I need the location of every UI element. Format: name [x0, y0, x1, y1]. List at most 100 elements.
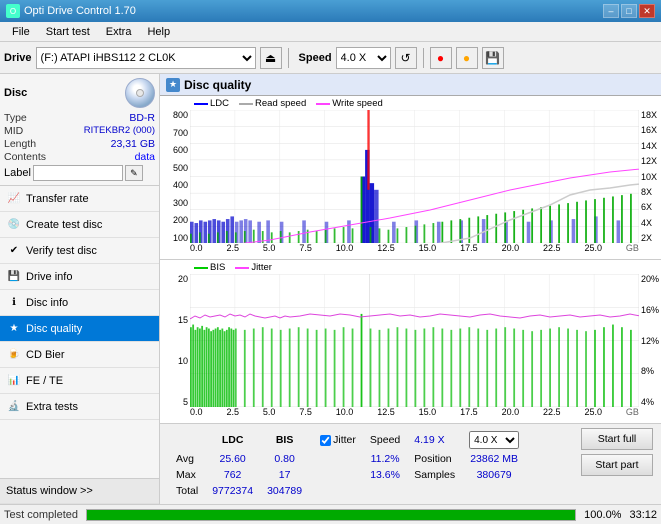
ldc-header: LDC: [206, 430, 259, 450]
menu-help[interactable]: Help: [139, 24, 178, 40]
chart2-container: BIS Jitter 20 15 10 5 20% 16: [160, 260, 661, 423]
length-label: Length: [4, 138, 36, 150]
samples-label: Samples: [408, 468, 461, 482]
progress-bar-container: [86, 509, 576, 521]
label-input[interactable]: [33, 165, 123, 181]
status-window-label: Status window >>: [6, 485, 93, 497]
speed-dropdown[interactable]: 4.0 X: [469, 431, 519, 449]
total-label: Total: [170, 484, 204, 498]
sidebar-item-verify-test-disc[interactable]: ✔ Verify test disc: [0, 238, 159, 264]
speed-current-value: 4.19 X: [414, 434, 444, 446]
close-button[interactable]: ✕: [639, 4, 655, 18]
disc-mid-row: MID RITEKBR2 (000): [4, 125, 155, 137]
eject-button[interactable]: ⏏: [260, 47, 282, 69]
legend-ldc: LDC: [194, 98, 229, 109]
sidebar-item-drive-info[interactable]: 💾 Drive info: [0, 264, 159, 290]
time-display: 33:12: [629, 509, 657, 521]
chart1-y-right: 18X 16X 14X 12X 10X 8X 6X 4X 2X: [639, 110, 661, 243]
type-label: Type: [4, 112, 27, 124]
chart1-container: LDC Read speed Write speed 800 700 600: [160, 96, 661, 260]
legend-bis: BIS: [194, 262, 225, 273]
chart2-svg: [190, 274, 639, 407]
drive-label: Drive: [4, 52, 32, 64]
stats-table: LDC BIS Jitter Speed 4.19 X 4.0: [168, 428, 527, 500]
max-bis: 17: [261, 468, 308, 482]
jitter-checkbox[interactable]: [320, 435, 331, 446]
legend-bis-label: BIS: [210, 262, 225, 273]
sidebar-item-extra-tests[interactable]: 🔬 Extra tests: [0, 394, 159, 420]
minimize-button[interactable]: –: [603, 4, 619, 18]
disc-section: Disc Type BD-R MID RITEKBR2 (000) Length…: [0, 74, 159, 186]
toolbar-separator: [288, 48, 289, 68]
save-button[interactable]: 💾: [482, 47, 504, 69]
legend-ldc-label: LDC: [210, 98, 229, 109]
action-buttons: Start full Start part: [581, 428, 653, 476]
stats-area: LDC BIS Jitter Speed 4.19 X 4.0: [160, 423, 661, 504]
sidebar-item-create-test-disc[interactable]: 💿 Create test disc: [0, 212, 159, 238]
label-edit-button[interactable]: ✎: [125, 165, 143, 181]
contents-label: Contents: [4, 151, 46, 163]
verify-test-disc-icon: ✔: [6, 243, 22, 259]
sidebar-item-cd-bier[interactable]: 🍺 CD Bier: [0, 342, 159, 368]
disc-quality-header-icon: ★: [166, 78, 180, 92]
charts-area: LDC Read speed Write speed 800 700 600: [160, 96, 661, 423]
create-test-disc-icon: 💿: [6, 217, 22, 233]
disc-quality-title: Disc quality: [184, 78, 251, 92]
length-value: 23,31 GB: [111, 138, 155, 150]
chart2-legend: BIS Jitter: [194, 262, 272, 273]
label-row: Label ✎: [4, 165, 155, 181]
disc-contents-row: Contents data: [4, 151, 155, 163]
chart2-x-axis: 0.0 2.5 5.0 7.5 10.0 12.5 15.0 17.5 20.0…: [190, 407, 639, 423]
start-full-button[interactable]: Start full: [581, 428, 653, 450]
red-button[interactable]: ●: [430, 47, 452, 69]
cd-bier-icon: 🍺: [6, 347, 22, 363]
max-ldc: 762: [206, 468, 259, 482]
jitter-checkbox-label[interactable]: Jitter: [320, 434, 356, 446]
start-part-button[interactable]: Start part: [581, 454, 653, 476]
sidebar-item-disc-info[interactable]: ℹ Disc info: [0, 290, 159, 316]
menu-file[interactable]: File: [4, 24, 38, 40]
refresh-button[interactable]: ↺: [395, 47, 417, 69]
chart1-svg: [190, 110, 639, 243]
nav-label-disc-info: Disc info: [26, 297, 68, 309]
menu-start-test[interactable]: Start test: [38, 24, 98, 40]
legend-readspeed: Read speed: [239, 98, 306, 109]
samples-value: 380679: [463, 468, 525, 482]
drive-select[interactable]: (F:) ATAPI iHBS112 2 CL0K: [36, 47, 256, 69]
nav-label-extra-tests: Extra tests: [26, 401, 78, 413]
transfer-rate-icon: 📈: [6, 191, 22, 207]
disc-section-title: Disc: [4, 87, 27, 99]
total-bis: 304789: [261, 484, 308, 498]
drive-info-icon: 💾: [6, 269, 22, 285]
fe-te-icon: 📊: [6, 373, 22, 389]
sidebar-item-fe-te[interactable]: 📊 FE / TE: [0, 368, 159, 394]
chart1-x-axis: 0.0 2.5 5.0 7.5 10.0 12.5 15.0 17.5 20.0…: [190, 243, 639, 259]
menu-extra[interactable]: Extra: [98, 24, 140, 40]
nav-label-disc-quality: Disc quality: [26, 323, 82, 335]
total-ldc: 9772374: [206, 484, 259, 498]
toolbar-separator2: [423, 48, 424, 68]
avg-ldc: 25.60: [206, 452, 259, 466]
type-value: BD-R: [129, 112, 155, 124]
legend-jitter-label: Jitter: [251, 262, 272, 273]
chart2-y-left: 20 15 10 5: [160, 274, 190, 407]
main-area: Disc Type BD-R MID RITEKBR2 (000) Length…: [0, 74, 661, 504]
nav-label-drive-info: Drive info: [26, 271, 72, 283]
avg-bis: 0.80: [261, 452, 308, 466]
sidebar-item-disc-quality[interactable]: ★ Disc quality: [0, 316, 159, 342]
disc-length-row: Length 23,31 GB: [4, 138, 155, 150]
nav-label-create-test-disc: Create test disc: [26, 219, 102, 231]
status-bar: Test completed 100.0% 33:12: [0, 504, 661, 524]
sidebar-status-window[interactable]: Status window >>: [0, 478, 159, 504]
max-jitter: 13.6%: [364, 468, 406, 482]
legend-jitter: Jitter: [235, 262, 272, 273]
nav-label-verify-test-disc: Verify test disc: [26, 245, 97, 257]
max-label: Max: [170, 468, 204, 482]
speed-label: Speed: [299, 52, 332, 64]
maximize-button[interactable]: □: [621, 4, 637, 18]
sidebar-item-transfer-rate[interactable]: 📈 Transfer rate: [0, 186, 159, 212]
yellow-button[interactable]: ●: [456, 47, 478, 69]
avg-label: Avg: [170, 452, 204, 466]
speed-select[interactable]: 4.0 X: [336, 47, 391, 69]
label-label: Label: [4, 167, 31, 179]
